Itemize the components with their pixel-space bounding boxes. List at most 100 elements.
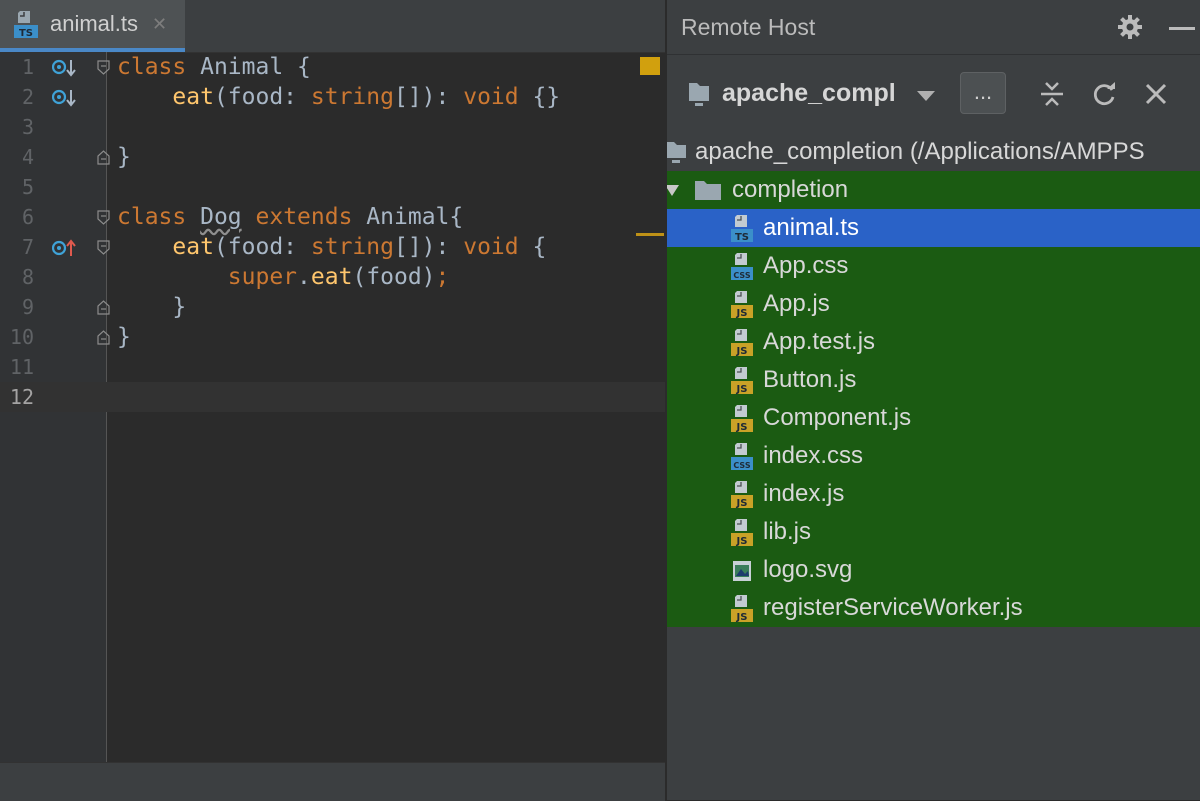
refresh-icon[interactable] [1090, 80, 1118, 108]
css-file-icon: CSS [731, 443, 753, 470]
tree-file-row[interactable]: CSS index.css [667, 437, 1200, 475]
code-text: class Dog extends Animal{ [117, 204, 464, 230]
code-editor: TS animal.ts ✕ 1 class Animal { 2 eat(fo… [0, 0, 665, 801]
fold-end-icon[interactable] [97, 330, 110, 345]
code-line[interactable]: 4 } [0, 142, 665, 172]
tree-file-row[interactable]: TS animal.ts [667, 209, 1200, 247]
line-number: 7 [21, 235, 34, 259]
file-label: index.css [763, 442, 864, 469]
line-number: 6 [21, 205, 34, 229]
file-label: App.js [763, 290, 830, 317]
svg-text:TS: TS [19, 28, 33, 39]
code-line[interactable]: 5 [0, 172, 665, 202]
css-file-icon: CSS [731, 253, 753, 280]
line-number: 3 [21, 115, 34, 139]
tree-root-label: apache_completion (/Applications/AMPPS [695, 138, 1145, 165]
svg-text:JS: JS [736, 422, 748, 433]
gear-icon[interactable] [1117, 14, 1143, 40]
browse-button[interactable]: ... [960, 72, 1006, 114]
svg-text:JS: JS [736, 346, 748, 357]
close-icon[interactable] [1142, 80, 1170, 108]
code-line[interactable]: 11 [0, 352, 665, 382]
tree-folder-completion[interactable]: completion [667, 171, 1200, 209]
code-line[interactable]: 8 super.eat(food); [0, 262, 665, 292]
server-selector[interactable]: apache_compl [722, 79, 896, 108]
line-number: 1 [21, 55, 34, 79]
expand-arrow-icon[interactable] [667, 184, 679, 196]
tree-file-row[interactable]: JS Component.js [667, 399, 1200, 437]
svg-text:JS: JS [736, 612, 748, 623]
code-line[interactable]: 2 eat(food: string[]): void {} [0, 82, 665, 112]
fold-marker-icon[interactable] [97, 60, 110, 75]
js-file-icon: JS [731, 405, 753, 433]
ts-file-icon: TS [731, 215, 753, 243]
code-text: } [117, 294, 187, 320]
js-file-icon: JS [731, 595, 753, 623]
svg-text:JS: JS [736, 498, 748, 509]
server-icon [667, 142, 686, 163]
tree-file-row[interactable]: JS registerServiceWorker.js [667, 589, 1200, 627]
file-label: Component.js [763, 404, 912, 431]
code-line[interactable]: 10 } [0, 322, 665, 352]
code-line[interactable]: 7 eat(food: string[]): void { [0, 232, 665, 262]
file-label: App.test.js [763, 328, 876, 355]
tree-file-row[interactable]: JS App.test.js [667, 323, 1200, 361]
remote-host-header: Remote Host [667, 0, 1200, 55]
code-line[interactable]: 3 [0, 112, 665, 142]
file-label: App.css [763, 252, 849, 279]
line-number: 2 [21, 85, 34, 109]
line-number: 10 [9, 325, 34, 349]
file-label: registerServiceWorker.js [763, 594, 1023, 621]
svg-text:JS: JS [736, 384, 748, 395]
js-file-icon: JS [731, 329, 753, 357]
code-text: } [117, 324, 131, 350]
collapse-all-icon[interactable] [1038, 80, 1066, 108]
file-label: index.js [763, 480, 845, 507]
tree-file-row[interactable]: JS App.js [667, 285, 1200, 323]
minimize-icon[interactable] [1169, 27, 1195, 30]
fold-marker-icon[interactable] [97, 240, 110, 255]
tree-file-row[interactable]: JS Button.js [667, 361, 1200, 399]
current-code-line[interactable]: 12 [0, 382, 665, 412]
fold-end-icon[interactable] [97, 150, 110, 165]
fold-end-icon[interactable] [97, 300, 110, 315]
tree-file-row[interactable]: logo.svg [667, 551, 1200, 589]
tree-file-row[interactable]: CSS App.css [667, 247, 1200, 285]
line-number: 11 [9, 355, 34, 379]
warning-marker[interactable] [640, 57, 660, 75]
js-file-icon: JS [731, 367, 753, 395]
code-line[interactable]: 1 class Animal { [0, 52, 665, 82]
tree-root-node[interactable]: apache_completion (/Applications/AMPPS [667, 133, 1200, 171]
svg-text:JS: JS [736, 308, 748, 319]
code-text: super.eat(food); [227, 264, 450, 290]
tree-file-row[interactable]: JS index.js [667, 475, 1200, 513]
code-line[interactable]: 9 } [0, 292, 665, 322]
code-text: class Animal { [117, 54, 311, 80]
js-file-icon: JS [731, 291, 753, 319]
svg-text:JS: JS [736, 536, 748, 547]
tree-file-row[interactable]: JS lib.js [667, 513, 1200, 551]
implemented-down-icon[interactable] [52, 58, 78, 78]
server-icon [689, 83, 709, 106]
tab-close-icon[interactable]: ✕ [152, 14, 167, 35]
code-line[interactable]: 6 class Dog extends Animal{ [0, 202, 665, 232]
folder-icon [695, 181, 721, 200]
svg-text:TS: TS [735, 232, 749, 243]
remote-host-panel: Remote Host apache_compl ... apache_comp… [667, 0, 1200, 800]
implemented-down-icon[interactable] [52, 88, 78, 108]
line-number: 9 [21, 295, 34, 319]
js-file-icon: JS [731, 519, 753, 547]
editor-tab-bar: TS animal.ts ✕ [0, 0, 665, 53]
file-label: Button.js [763, 366, 857, 393]
fold-marker-icon[interactable] [97, 210, 110, 225]
chevron-down-icon[interactable] [917, 91, 935, 101]
file-label: animal.ts [763, 214, 860, 241]
panel-title: Remote Host [681, 14, 816, 40]
error-stripe-marker[interactable] [636, 233, 664, 236]
editor-tab-animal-ts[interactable]: TS animal.ts ✕ [0, 0, 185, 52]
svg-text:CSS: CSS [733, 271, 750, 280]
svg-text:CSS: CSS [733, 461, 750, 470]
line-number: 5 [21, 175, 34, 199]
line-number: 4 [21, 145, 34, 169]
overrides-up-icon[interactable] [52, 238, 78, 258]
